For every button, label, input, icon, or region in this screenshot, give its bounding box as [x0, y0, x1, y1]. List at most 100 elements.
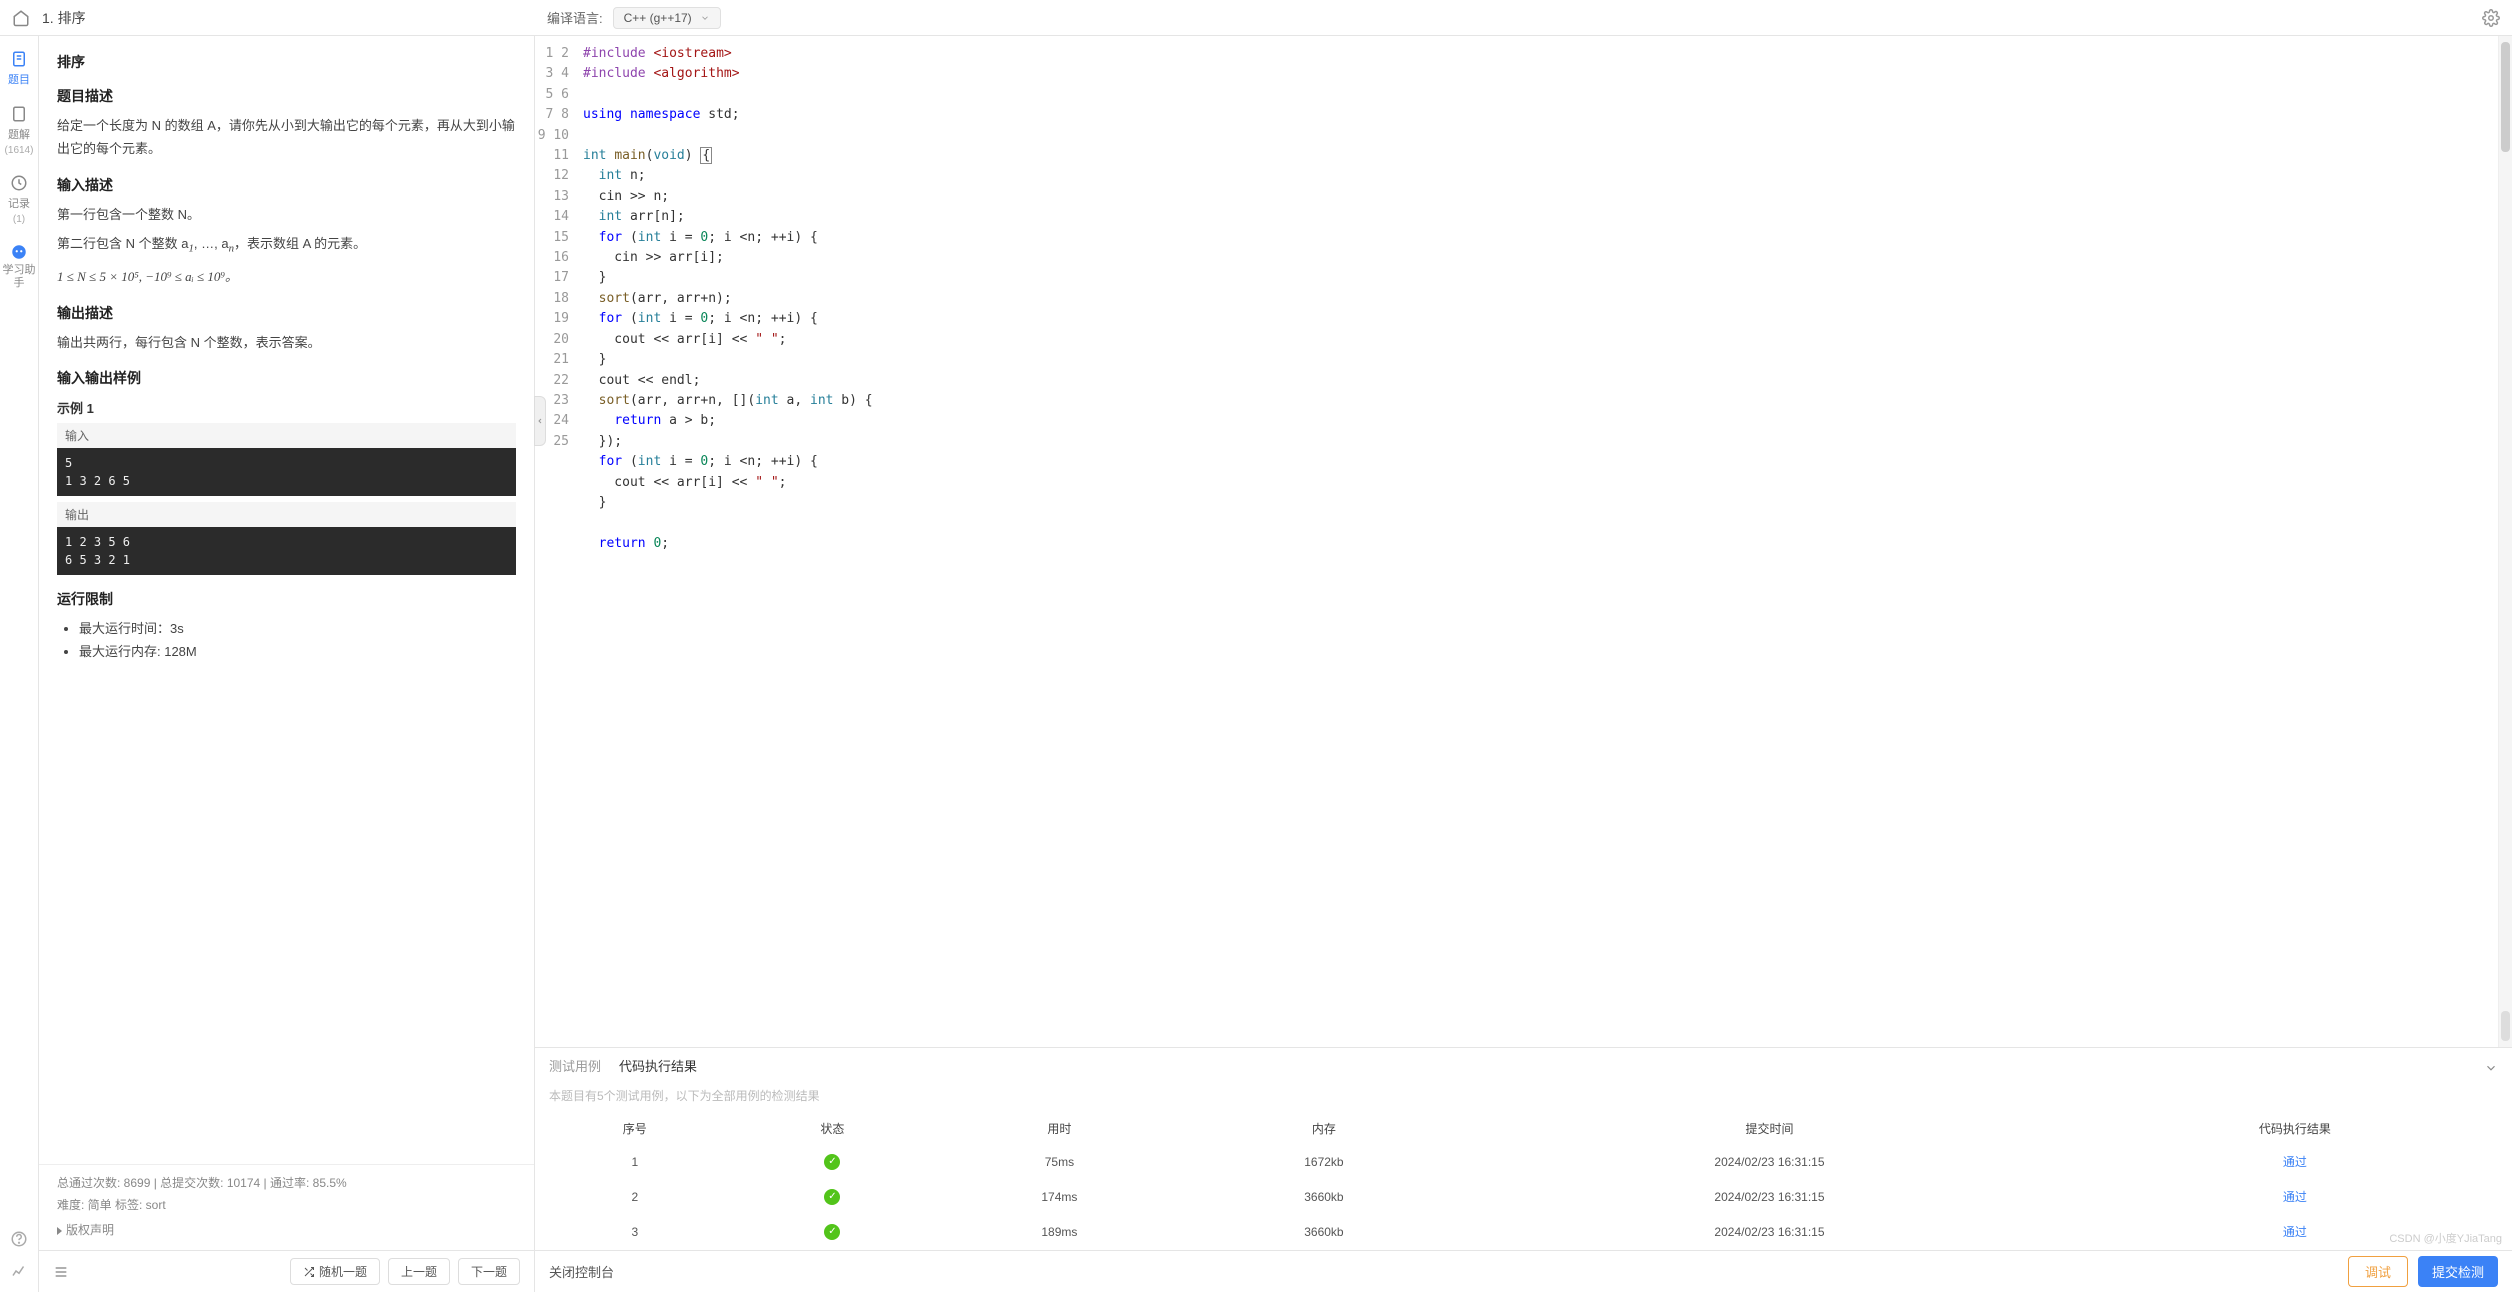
cell-result[interactable]: 通过: [2080, 1145, 2510, 1178]
sidebar-item-label: 记录: [8, 195, 30, 211]
cell-no: 1: [537, 1145, 733, 1178]
triangle-right-icon: [57, 1227, 62, 1235]
cell-submitted: 2024/02/23 16:31:15: [1461, 1215, 2077, 1248]
cell-submitted: 2024/02/23 16:31:15: [1461, 1180, 2077, 1213]
page-title: 1. 排序: [42, 8, 86, 28]
output-text: 输出共两行，每行包含 N 个整数，表示答案。: [57, 331, 516, 354]
th-submitted: 提交时间: [1461, 1114, 2077, 1143]
tab-results[interactable]: 代码执行结果: [619, 1056, 697, 1079]
cell-result[interactable]: 通过: [2080, 1180, 2510, 1213]
chevron-down-icon[interactable]: [2484, 1061, 2498, 1075]
th-status: 状态: [735, 1114, 931, 1143]
language-value: C++ (g++17): [624, 11, 692, 25]
sidebar-item-problem[interactable]: 题目: [8, 50, 30, 87]
home-icon[interactable]: [12, 9, 30, 27]
chevron-down-icon: [700, 13, 710, 23]
cell-submitted: 2024/02/23 16:31:15: [1461, 1145, 2077, 1178]
collapse-handle[interactable]: [534, 396, 546, 446]
limit-heading: 运行限制: [57, 589, 516, 609]
tab-testcases[interactable]: 测试用例: [549, 1056, 601, 1079]
input-constraint: 1 ≤ N ≤ 5 × 10⁵, −10⁹ ≤ aᵢ ≤ 10⁹。: [57, 265, 516, 288]
problem-stats: 总通过次数: 8699 | 总提交次数: 10174 | 通过率: 85.5% …: [39, 1164, 534, 1250]
cell-no: 3: [537, 1215, 733, 1248]
th-time: 用时: [932, 1114, 1186, 1143]
meta-text: 难度: 简单 标签: sort: [57, 1195, 516, 1217]
sidebar: 题目 题解 (1614) 记录 (1) 学习助手: [0, 36, 39, 1292]
th-mem: 内存: [1189, 1114, 1460, 1143]
bot-icon: [10, 243, 28, 261]
cell-time: 174ms: [932, 1180, 1186, 1213]
minimap-scrollbar[interactable]: [2498, 36, 2512, 1047]
close-console[interactable]: 关闭控制台: [549, 1262, 614, 1281]
cell-time: 189ms: [932, 1215, 1186, 1248]
sidebar-item-solutions[interactable]: 题解 (1614): [5, 105, 34, 156]
cell-mem: 1672kb: [1189, 1145, 1460, 1178]
sample-label: 示例 1: [57, 398, 516, 417]
stats-icon[interactable]: [10, 1262, 28, 1280]
scroll-thumb[interactable]: [2501, 42, 2510, 152]
debug-button[interactable]: 调试: [2348, 1256, 2408, 1287]
code-editor[interactable]: 1 2 3 4 5 6 7 8 9 10 11 12 13 14 15 16 1…: [535, 36, 2512, 1047]
desc-heading: 题目描述: [57, 86, 516, 106]
input-heading: 输入描述: [57, 175, 516, 195]
cell-result[interactable]: 通过: [2080, 1215, 2510, 1248]
check-icon: ✓: [824, 1224, 840, 1240]
list-icon[interactable]: [53, 1264, 69, 1280]
help-icon[interactable]: [10, 1230, 28, 1248]
sample-input: 5 1 3 2 6 5: [57, 448, 516, 496]
input-line2: 第二行包含 N 个整数 a1, …, an，表示数组 A 的元素。: [57, 232, 516, 259]
language-select[interactable]: C++ (g++17): [613, 7, 721, 29]
cell-status: ✓: [735, 1180, 931, 1213]
random-button[interactable]: 随机一题: [290, 1258, 380, 1285]
sample-heading: 输入输出样例: [57, 368, 516, 388]
desc-text: 给定一个长度为 N 的数组 A，请你先从小到大输出它的每个元素，再从大到小输出它…: [57, 114, 516, 161]
table-row: 2 ✓ 174ms3660kb2024/02/23 16:31:15通过: [537, 1180, 2510, 1213]
check-icon: ✓: [824, 1154, 840, 1170]
th-no: 序号: [537, 1114, 733, 1143]
problem-content: 排序 题目描述 给定一个长度为 N 的数组 A，请你先从小到大输出它的每个元素，…: [39, 36, 534, 1164]
line-gutter: 1 2 3 4 5 6 7 8 9 10 11 12 13 14 15 16 1…: [535, 36, 577, 1047]
sidebar-item-label: 题目: [8, 71, 30, 87]
language-label: 编译语言:: [547, 8, 603, 27]
gear-icon[interactable]: [2482, 9, 2500, 27]
limit-mem: 最大运行内存: 128M: [79, 640, 516, 663]
submit-button[interactable]: 提交检测: [2418, 1256, 2498, 1287]
sidebar-item-records[interactable]: 记录 (1): [8, 174, 30, 225]
check-icon: ✓: [824, 1189, 840, 1205]
cell-status: ✓: [735, 1145, 931, 1178]
problem-title: 排序: [57, 52, 516, 72]
sidebar-item-assistant[interactable]: 学习助手: [0, 243, 38, 290]
code-content[interactable]: #include <iostream> #include <algorithm>…: [577, 36, 2498, 1047]
clock-icon: [10, 174, 28, 192]
table-row: 1 ✓ 75ms1672kb2024/02/23 16:31:15通过: [537, 1145, 2510, 1178]
th-result: 代码执行结果: [2080, 1114, 2510, 1143]
output-label: 输出: [57, 502, 516, 527]
cell-mem: 3660kb: [1189, 1180, 1460, 1213]
input-label: 输入: [57, 423, 516, 448]
sidebar-item-count: (1): [13, 214, 25, 225]
sidebar-item-count: (1614): [5, 145, 34, 156]
cell-status: ✓: [735, 1215, 931, 1248]
copyright-toggle[interactable]: 版权声明: [57, 1220, 516, 1242]
cell-time: 75ms: [932, 1145, 1186, 1178]
sidebar-item-label: 学习助手: [0, 264, 38, 290]
console-panel: 测试用例 代码执行结果 本题目有5个测试用例，以下为全部用例的检测结果 序号 状…: [535, 1047, 2512, 1292]
sidebar-item-label: 题解: [8, 126, 30, 142]
result-table: 序号 状态 用时 内存 提交时间 代码执行结果 1✓75ms1672kb2024…: [535, 1112, 2512, 1250]
limit-time: 最大运行时间：3s: [79, 617, 516, 640]
topbar: 1. 排序 编译语言: C++ (g++17): [0, 0, 2512, 36]
input-line1: 第一行包含一个整数 N。: [57, 203, 516, 226]
next-button[interactable]: 下一题: [458, 1258, 520, 1285]
output-heading: 输出描述: [57, 303, 516, 323]
cell-mem: 3660kb: [1189, 1215, 1460, 1248]
document-icon: [10, 50, 28, 68]
problem-panel: 排序 题目描述 给定一个长度为 N 的数组 A，请你先从小到大输出它的每个元素，…: [39, 36, 535, 1292]
prev-button[interactable]: 上一题: [388, 1258, 450, 1285]
scroll-thumb-bottom[interactable]: [2501, 1011, 2510, 1041]
cell-no: 2: [537, 1180, 733, 1213]
console-footer: 关闭控制台 调试 提交检测: [535, 1250, 2512, 1292]
chevron-left-icon: [536, 417, 544, 425]
table-row: 3 ✓ 189ms3660kb2024/02/23 16:31:15通过: [537, 1215, 2510, 1248]
stats-text: 总通过次数: 8699 | 总提交次数: 10174 | 通过率: 85.5%: [57, 1173, 516, 1195]
editor-panel: 1 2 3 4 5 6 7 8 9 10 11 12 13 14 15 16 1…: [535, 36, 2512, 1292]
